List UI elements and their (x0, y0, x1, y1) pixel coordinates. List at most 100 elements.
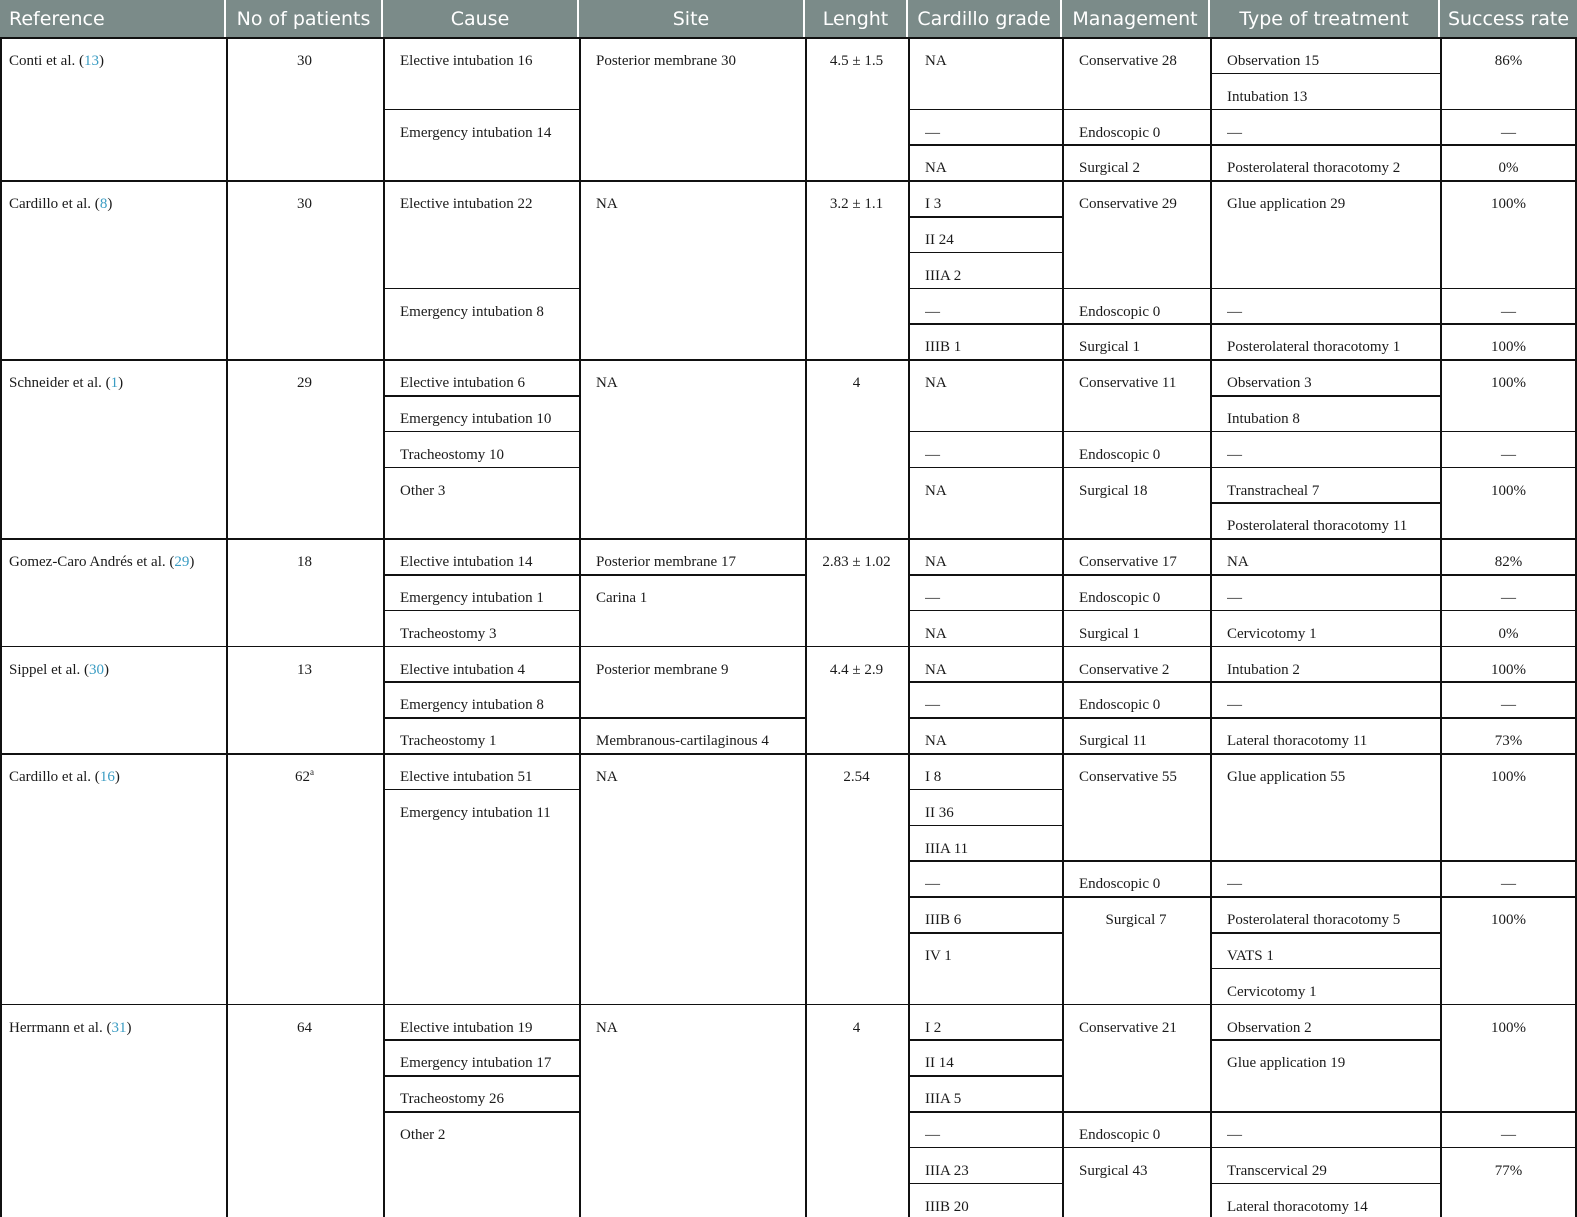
success-cell: — (1501, 124, 1516, 141)
treatment-cell: Intubation 2 (1227, 661, 1300, 678)
citation-link[interactable]: 1 (111, 375, 119, 391)
grade-cell: NA (925, 661, 947, 678)
grade-cell: — (925, 590, 940, 606)
cell-rule (908, 824, 1062, 827)
header-site: Site (579, 0, 805, 37)
cell-rule (579, 717, 805, 719)
cell-rule (383, 609, 579, 612)
grade-cell: — (925, 303, 940, 320)
success-cell: 86% (1494, 53, 1523, 69)
cell-rule (1062, 466, 1210, 469)
cell-rule (383, 1039, 579, 1041)
cell-rule (1210, 609, 1440, 612)
treatment-cell: Intubation 8 (1227, 411, 1300, 427)
reference-cell: Gomez-Caro Andrés et al. (29) (9, 554, 224, 571)
cell-rule (908, 430, 1062, 433)
patients-cell: 30 (226, 196, 383, 213)
management-cell: Conservative 29 (1079, 196, 1177, 213)
grade-cell: I 3 (925, 196, 942, 213)
cell-rule (1210, 932, 1440, 934)
header-type-of-treatment: Type of treatment (1210, 0, 1440, 37)
management-cell: Conservative 21 (1079, 1019, 1177, 1036)
citation-link[interactable]: 13 (84, 53, 99, 69)
grade-cell: — (925, 124, 940, 141)
length-cell: 4 (852, 375, 861, 392)
cell-rule (1440, 1111, 1577, 1113)
patients-cell: 29 (226, 375, 383, 392)
site-cell: Carina 1 (596, 590, 648, 606)
grade-cell: — (925, 697, 940, 714)
cause-cell: Emergency intubation 14 (400, 124, 552, 141)
success-cell: 82% (1494, 554, 1523, 571)
cell-rule (908, 1111, 1062, 1113)
cell-rule (908, 144, 1062, 146)
success-cell: 100% (1491, 375, 1526, 392)
cell-rule (1210, 1146, 1440, 1149)
header-rule (0, 37, 1577, 39)
treatment-cell: Transtracheal 7 (1227, 482, 1320, 499)
cell-rule (908, 1039, 1062, 1041)
success-cell: 100% (1491, 769, 1526, 785)
management-cell: Surgical 11 (1079, 733, 1147, 750)
grade-cell: IIIB 1 (925, 339, 962, 356)
cause-cell: Elective intubation 16 (400, 53, 533, 69)
citation-link[interactable]: 16 (100, 769, 115, 785)
treatment-cell: Posterolateral thoracotomy 5 (1227, 912, 1401, 929)
reference-close: ) (126, 1019, 132, 1036)
length-cell: 3.2 ± 1.1 (829, 196, 884, 213)
management-cell: Surgical 1 (1079, 625, 1140, 642)
management-cell: Endoscopic 0 (1079, 697, 1161, 714)
reference-cell: Sippel et al. (30) (9, 662, 224, 679)
cell-rule (908, 574, 1062, 576)
management-cell: Surgical 7 (1105, 912, 1167, 929)
cell-rule (908, 251, 1062, 254)
management-cell: Conservative 55 (1079, 769, 1177, 785)
study-rule (0, 359, 1577, 361)
length-cell: 2.54 (843, 769, 870, 785)
cell-rule (908, 323, 1062, 325)
grade-cell: II 24 (925, 232, 954, 248)
treatment-cell: Glue application 55 (1227, 769, 1346, 785)
cause-cell: Elective intubation 6 (400, 375, 525, 392)
grade-cell: IIIA 23 (925, 1162, 969, 1179)
success-cell: — (1501, 876, 1516, 893)
cell-rule (1062, 108, 1210, 111)
cell-rule (908, 788, 1062, 791)
success-cell: 100% (1491, 912, 1526, 929)
cause-cell: Emergency intubation 17 (400, 1055, 552, 1072)
cell-rule (1062, 430, 1210, 433)
cell-rule (1210, 466, 1440, 469)
site-cell: Membranous-cartilaginous 4 (596, 733, 769, 750)
treatment-cell: Glue application 19 (1227, 1055, 1346, 1072)
cell-rule (383, 788, 579, 791)
patients-count: 30 (297, 53, 312, 69)
length-cell: 4.5 ± 1.5 (829, 53, 884, 69)
treatment-cell: — (1227, 446, 1242, 463)
cell-rule (908, 287, 1062, 290)
cell-rule (908, 1146, 1062, 1149)
success-cell: 100% (1491, 482, 1526, 499)
patients-cell: 13 (226, 662, 383, 679)
citation-link[interactable]: 30 (89, 662, 104, 678)
citation-link[interactable]: 31 (111, 1020, 126, 1036)
column-divider (1062, 37, 1064, 1217)
citation-link[interactable]: 29 (174, 554, 189, 570)
header-cardillo-grade: Cardillo grade (908, 0, 1062, 37)
grade-cell: NA (925, 733, 947, 750)
cell-rule (1210, 287, 1440, 290)
success-cell: — (1501, 303, 1516, 320)
grade-cell: — (925, 1127, 940, 1143)
management-cell: Endoscopic 0 (1079, 876, 1161, 893)
patients-footnote-marker: a (310, 769, 314, 777)
cell-rule (1062, 681, 1210, 683)
treatment-cell: — (1227, 590, 1242, 606)
cell-rule (1440, 681, 1577, 683)
cell-rule (1440, 287, 1577, 290)
treatment-cell: Observation 3 (1227, 375, 1312, 392)
patients-count: 62 (295, 769, 310, 785)
summary-table: Reference No of patients Cause Site Leng… (0, 0, 1577, 1217)
success-cell: — (1501, 1127, 1516, 1143)
cell-rule (383, 1111, 579, 1113)
cell-rule (1440, 466, 1577, 469)
treatment-cell: Lateral thoracotomy 11 (1227, 733, 1368, 750)
